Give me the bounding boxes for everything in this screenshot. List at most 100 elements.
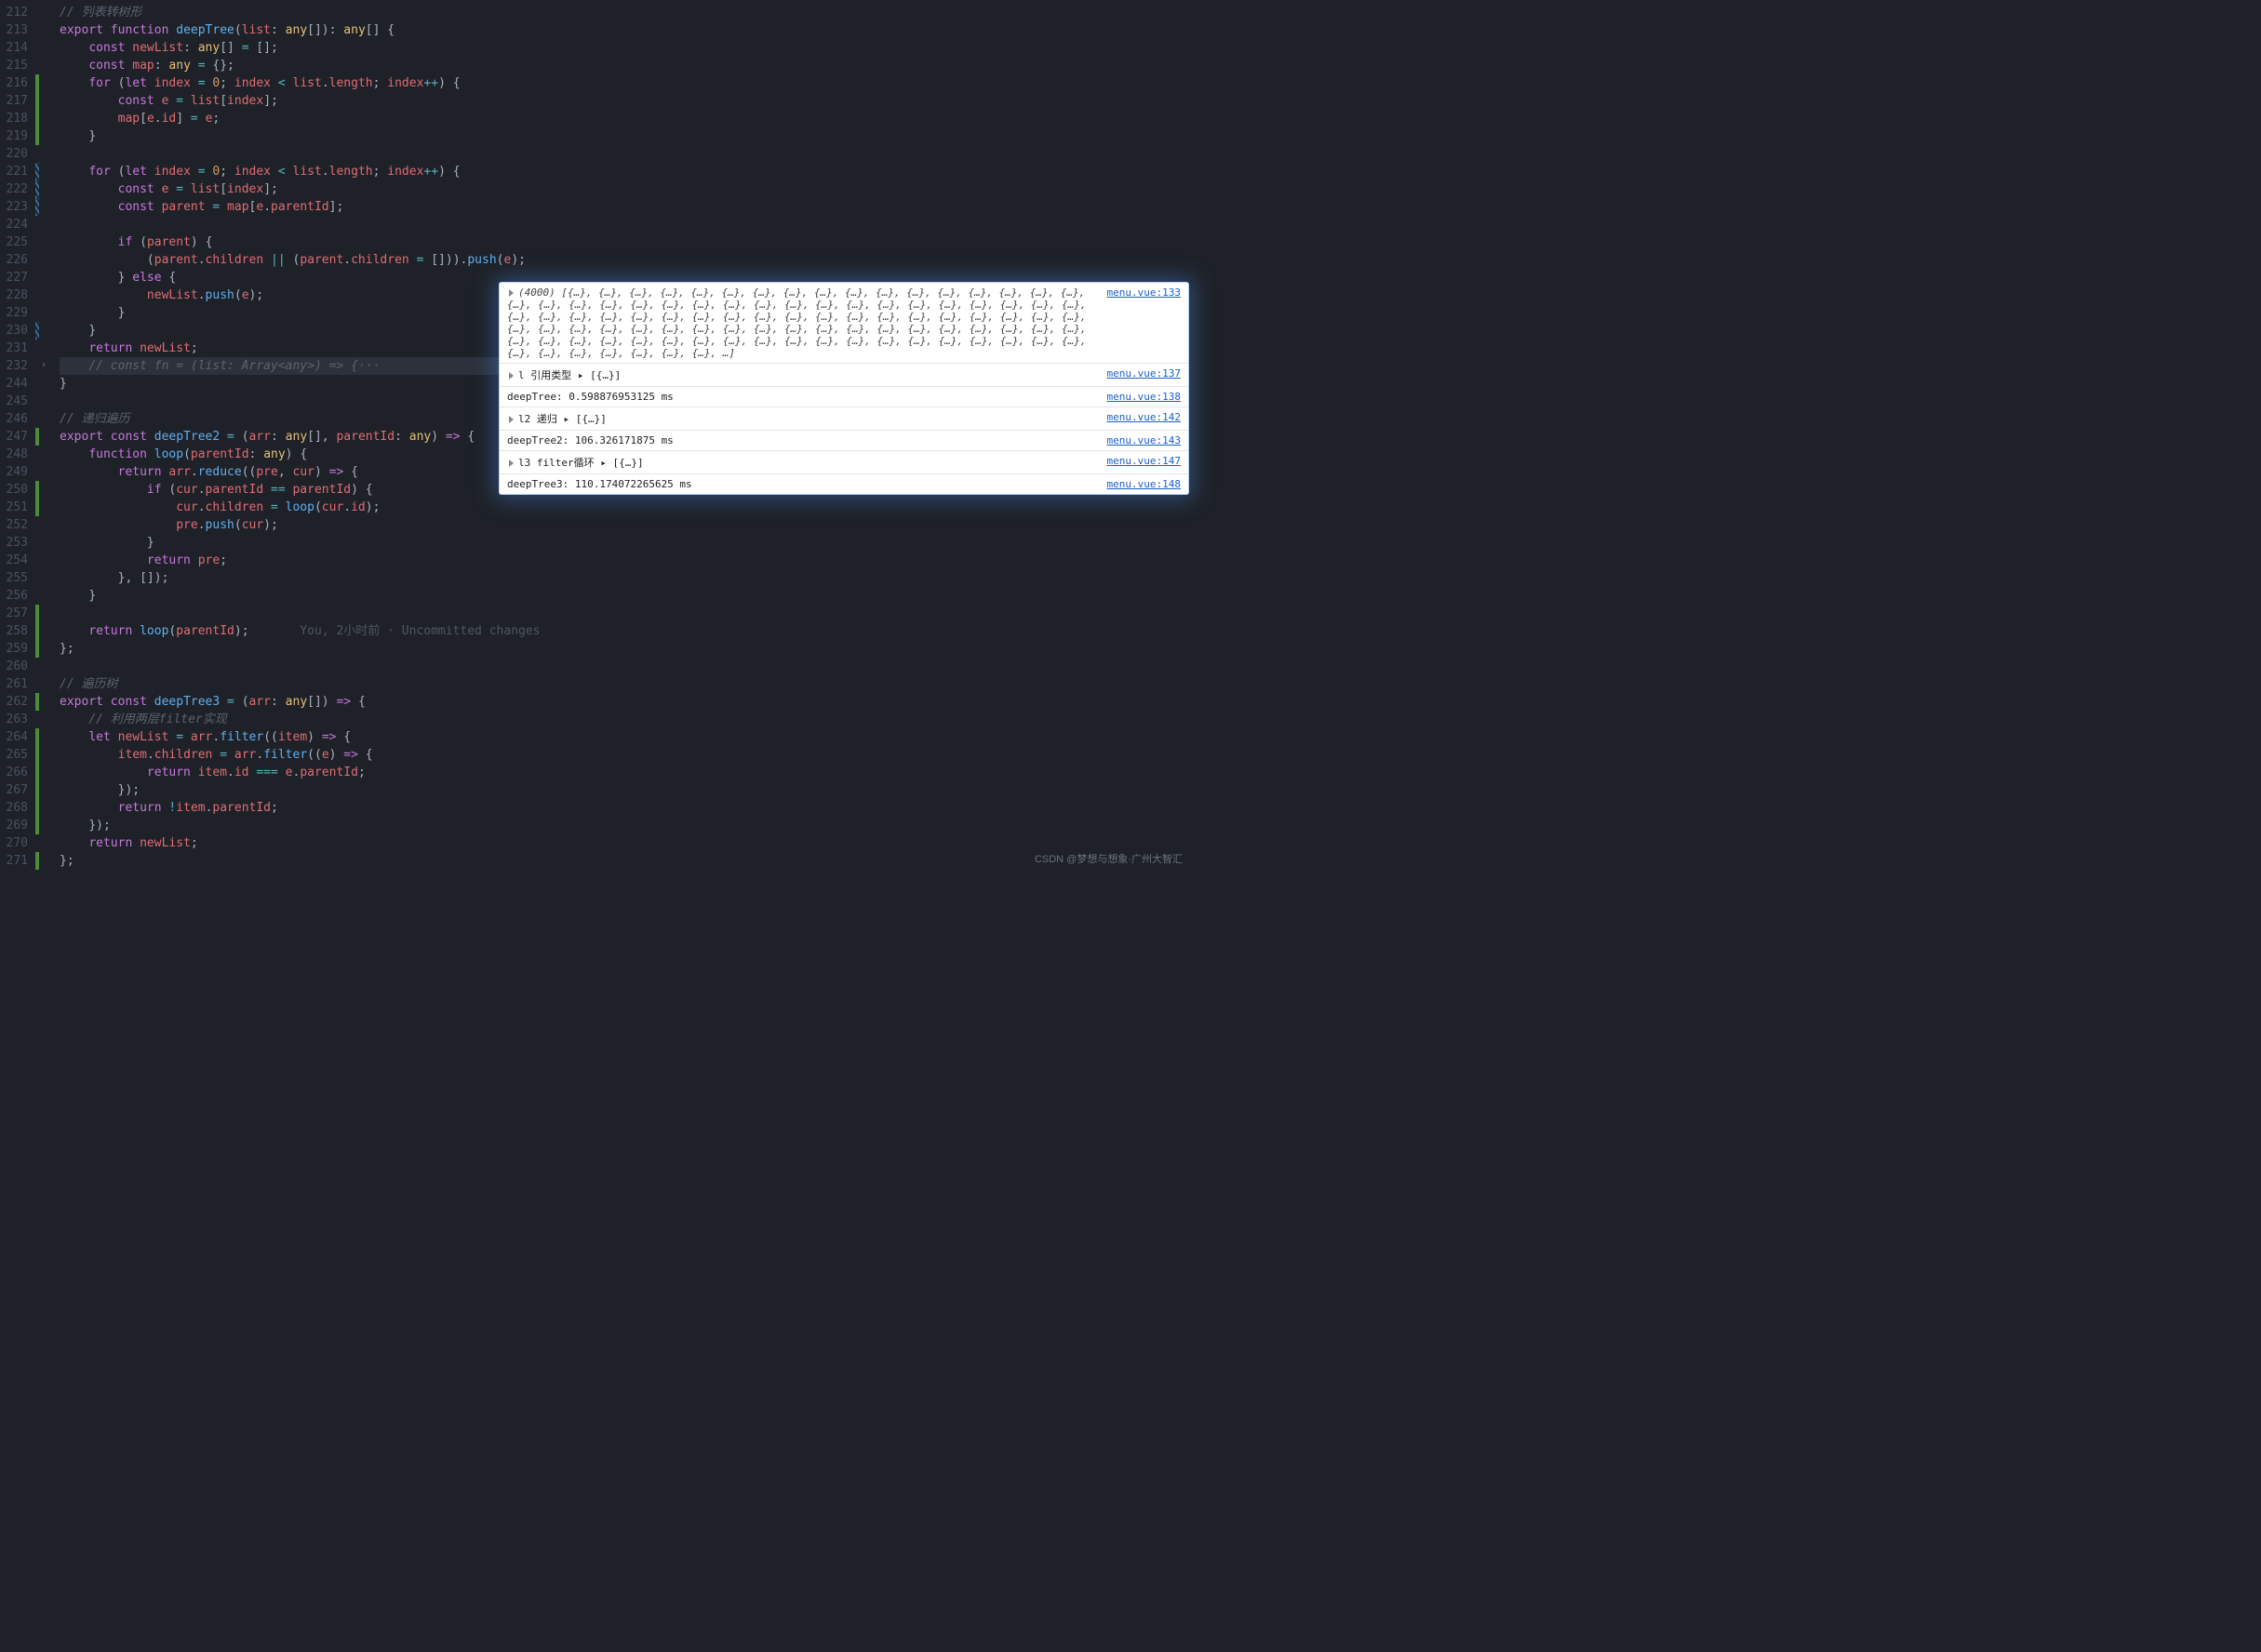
line-number: 268 (4, 799, 28, 817)
code-line[interactable]: return arr.reduce((pre, cur) => { (60, 463, 540, 481)
console-message: deepTree2: 106.326171875 ms (507, 434, 1098, 446)
code-line[interactable]: let newList = arr.filter((item) => { (60, 728, 540, 746)
line-number: 255 (4, 569, 28, 587)
console-source-link[interactable]: menu.vue:143 (1107, 434, 1181, 446)
line-number: 218 (4, 110, 28, 127)
code-line[interactable]: }; (60, 852, 540, 870)
line-number: 214 (4, 39, 28, 57)
code-line[interactable] (60, 658, 540, 675)
line-number: 246 (4, 410, 28, 428)
line-number: 270 (4, 834, 28, 852)
code-line[interactable]: return newList; (60, 340, 540, 357)
code-line[interactable]: (parent.children || (parent.children = [… (60, 251, 540, 269)
line-number: 216 (4, 74, 28, 92)
console-log-row[interactable]: deepTree: 0.598876953125 ms menu.vue:138 (500, 387, 1188, 407)
line-number: 228 (4, 286, 28, 304)
console-log-row[interactable]: deepTree2: 106.326171875 ms menu.vue:143 (500, 431, 1188, 451)
line-number: 260 (4, 658, 28, 675)
code-line[interactable] (60, 145, 540, 163)
code-line[interactable]: }); (60, 817, 540, 834)
console-message: deepTree: 0.598876953125 ms (507, 391, 1098, 403)
code-line[interactable]: // 遍历树 (60, 675, 540, 693)
code-line[interactable]: pre.push(cur); (60, 516, 540, 534)
code-line[interactable]: const parent = map[e.parentId]; (60, 198, 540, 216)
console-log-row[interactable]: (4000) [{…}, {…}, {…}, {…}, {…}, {…}, {…… (500, 283, 1188, 364)
console-source-link[interactable]: menu.vue:133 (1107, 286, 1181, 299)
code-line[interactable]: return loop(parentId); You, 2小时前 · Uncom… (60, 622, 540, 640)
console-log-row[interactable]: l3 filter循环 ▸ [{…}] menu.vue:147 (500, 451, 1188, 474)
expand-triangle-icon[interactable] (509, 289, 514, 297)
code-line[interactable]: item.children = arr.filter((e) => { (60, 746, 540, 764)
code-line[interactable]: return newList; (60, 834, 540, 852)
console-source-link[interactable]: menu.vue:142 (1107, 411, 1181, 423)
code-line[interactable]: const newList: any[] = []; (60, 39, 540, 57)
code-line[interactable]: }); (60, 781, 540, 799)
code-line[interactable]: for (let index = 0; index < list.length;… (60, 74, 540, 92)
line-number: 227 (4, 269, 28, 286)
line-number-gutter: 2122132142152162172182192202212222232242… (0, 0, 35, 870)
line-number: 244 (4, 375, 28, 393)
code-line[interactable]: for (let index = 0; index < list.length;… (60, 163, 540, 180)
code-line[interactable]: return pre; (60, 552, 540, 569)
expand-triangle-icon[interactable] (509, 416, 514, 423)
line-number: 232 (4, 357, 28, 375)
line-number: 229 (4, 304, 28, 322)
code-line[interactable]: }, []); (60, 569, 540, 587)
code-line[interactable]: } (60, 304, 540, 322)
console-log-row[interactable]: l 引用类型 ▸ [{…}] menu.vue:137 (500, 364, 1188, 387)
code-line[interactable] (60, 393, 540, 410)
code-area[interactable]: // 列表转树形export function deepTree(list: a… (52, 0, 540, 870)
code-line[interactable] (60, 216, 540, 233)
code-line[interactable]: export const deepTree3 = (arr: any[]) =>… (60, 693, 540, 711)
console-log-row[interactable]: deepTree3: 110.174072265625 ms menu.vue:1… (500, 474, 1188, 494)
console-source-link[interactable]: menu.vue:147 (1107, 455, 1181, 467)
code-line[interactable]: if (parent) { (60, 233, 540, 251)
code-line[interactable]: if (cur.parentId == parentId) { (60, 481, 540, 499)
line-number: 259 (4, 640, 28, 658)
code-line[interactable]: }; (60, 640, 540, 658)
console-message: deepTree3: 110.174072265625 ms (507, 478, 1098, 490)
watermark: CSDN @梦想与想象·广州大智汇 (1035, 851, 1183, 866)
console-source-link[interactable]: menu.vue:137 (1107, 367, 1181, 380)
console-source-link[interactable]: menu.vue:148 (1107, 478, 1181, 490)
code-line[interactable]: newList.push(e); (60, 286, 540, 304)
code-line[interactable]: // const fn = (list: Array<any>) => {··· (60, 357, 540, 375)
code-line[interactable] (60, 605, 540, 622)
code-line[interactable]: return !item.parentId; (60, 799, 540, 817)
console-log-row[interactable]: l2 递归 ▸ [{…}]menu.vue:142 (500, 407, 1188, 431)
devtools-console-panel[interactable]: (4000) [{…}, {…}, {…}, {…}, {…}, {…}, {…… (500, 283, 1188, 494)
code-line[interactable]: } else { (60, 269, 540, 286)
code-line[interactable]: const map: any = {}; (60, 57, 540, 74)
code-line[interactable]: } (60, 587, 540, 605)
line-number: 262 (4, 693, 28, 711)
line-number: 221 (4, 163, 28, 180)
line-number: 224 (4, 216, 28, 233)
code-line[interactable]: cur.children = loop(cur.id); (60, 499, 540, 516)
expand-triangle-icon[interactable] (509, 372, 514, 380)
code-line[interactable]: export function deepTree(list: any[]): a… (60, 21, 540, 39)
line-number: 223 (4, 198, 28, 216)
line-number: 254 (4, 552, 28, 569)
expand-triangle-icon[interactable] (509, 460, 514, 467)
code-line[interactable]: const e = list[index]; (60, 180, 540, 198)
code-line[interactable]: map[e.id] = e; (60, 110, 540, 127)
code-line[interactable]: } (60, 322, 540, 340)
code-line[interactable]: } (60, 127, 540, 145)
code-line[interactable]: return item.id === e.parentId; (60, 764, 540, 781)
line-number: 248 (4, 446, 28, 463)
console-message: l 引用类型 ▸ [{…}] (507, 367, 1098, 382)
code-line[interactable]: // 利用两层filter实现 (60, 711, 540, 728)
fold-chevron-icon[interactable]: › (41, 360, 47, 370)
code-line[interactable]: function loop(parentId: any) { (60, 446, 540, 463)
console-message: l3 filter循环 ▸ [{…}] (507, 455, 1098, 470)
code-line[interactable]: const e = list[index]; (60, 92, 540, 110)
code-line[interactable]: // 列表转树形 (60, 4, 540, 21)
code-line[interactable]: } (60, 534, 540, 552)
code-line[interactable]: // 递归遍历 (60, 410, 540, 428)
line-number: 245 (4, 393, 28, 410)
code-line[interactable]: } (60, 375, 540, 393)
console-source-link[interactable]: menu.vue:138 (1107, 391, 1181, 403)
code-line[interactable]: export const deepTree2 = (arr: any[], pa… (60, 428, 540, 446)
line-number: 251 (4, 499, 28, 516)
line-number: 264 (4, 728, 28, 746)
